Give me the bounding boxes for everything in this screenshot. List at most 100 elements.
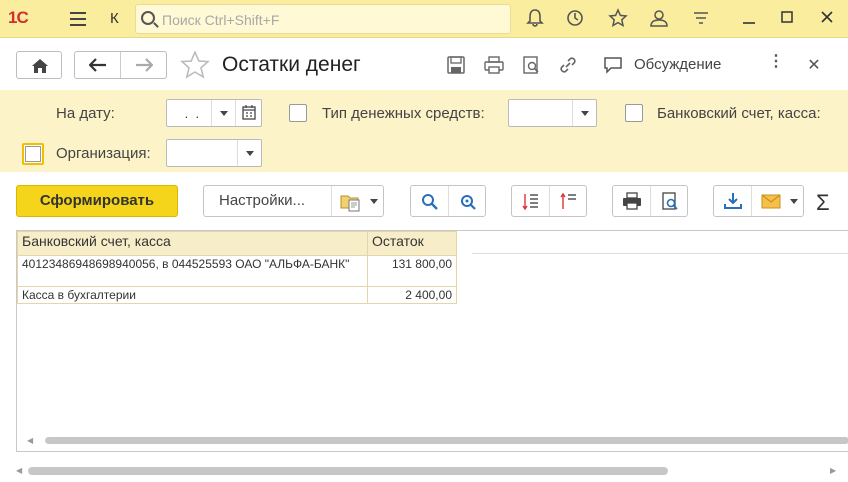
back-button[interactable] xyxy=(75,52,121,78)
function-menu-button[interactable]: К xyxy=(110,10,119,27)
group-buttons xyxy=(511,185,587,217)
date-field[interactable]: . . xyxy=(166,99,262,127)
filter-menu-icon[interactable] xyxy=(690,8,712,30)
report-spreadsheet[interactable]: Банковский счет, касса Остаток 401234869… xyxy=(16,230,848,452)
bank-account-checkbox[interactable] xyxy=(625,104,643,122)
favorite-star-icon[interactable] xyxy=(180,49,210,82)
app-titlebar: 1С К Поиск Ctrl+Shift+F xyxy=(0,0,848,38)
scroll-right-icon[interactable]: ▶ xyxy=(830,466,836,475)
organization-dropdown-button[interactable] xyxy=(237,140,261,166)
bell-icon[interactable] xyxy=(524,8,546,30)
table-header-row: Банковский счет, касса Остаток xyxy=(17,231,457,256)
chevron-down-icon xyxy=(790,199,798,204)
grid-line xyxy=(472,253,848,254)
send-email-button[interactable] xyxy=(752,186,804,216)
organization-checkbox[interactable] xyxy=(22,143,44,165)
print-preview-button[interactable] xyxy=(651,186,689,216)
navigation-buttons xyxy=(74,51,167,79)
report-horizontal-scrollbar[interactable]: ◀ xyxy=(17,435,848,445)
organization-label: Организация: xyxy=(56,145,151,162)
report-toolbar: Сформировать Настройки... Σ xyxy=(0,172,848,230)
close-window-icon[interactable] xyxy=(816,8,838,30)
expand-groups-icon xyxy=(522,194,538,211)
cash-type-label: Тип денежных средств: xyxy=(322,105,485,122)
settings-button[interactable]: Настройки... xyxy=(204,186,332,216)
date-label: На дату: xyxy=(56,105,115,122)
expand-groups-button[interactable] xyxy=(512,186,550,216)
cell-account[interactable]: 40123486948698940056, в 044525593 ОАО "А… xyxy=(17,255,368,287)
column-header-account: Банковский счет, касса xyxy=(17,231,368,256)
more-actions-icon[interactable]: ⋮ xyxy=(766,54,786,75)
settings-group: Настройки... xyxy=(203,185,384,217)
discussion-button[interactable]: Обсуждение xyxy=(634,56,721,73)
search-icon xyxy=(141,11,155,25)
cell-balance[interactable]: 131 800,00 xyxy=(367,255,457,287)
search-placeholder: Поиск Ctrl+Shift+F xyxy=(162,12,280,28)
users-icon[interactable] xyxy=(648,8,670,30)
search-input[interactable]: Поиск Ctrl+Shift+F xyxy=(135,4,511,34)
page-title: Остатки денег xyxy=(222,53,361,76)
scroll-left-icon[interactable]: ◀ xyxy=(27,436,33,445)
home-button[interactable] xyxy=(16,51,62,79)
menu-icon[interactable] xyxy=(70,12,86,26)
organization-field[interactable] xyxy=(166,139,262,167)
bank-account-label: Банковский счет, касса: xyxy=(657,105,821,122)
link-icon[interactable] xyxy=(558,55,578,75)
collapse-groups-button[interactable] xyxy=(550,186,588,216)
collapse-groups-icon xyxy=(560,192,576,209)
scroll-left-icon[interactable]: ◀ xyxy=(16,466,22,475)
cash-type-field[interactable] xyxy=(508,99,597,127)
variants-button[interactable] xyxy=(332,186,384,216)
column-header-balance: Остаток xyxy=(367,231,457,256)
logo-text: 1С xyxy=(8,8,29,27)
preview-icon[interactable] xyxy=(521,55,541,75)
table-row[interactable]: 40123486948698940056, в 044525593 ОАО "А… xyxy=(17,255,457,287)
download-icon xyxy=(724,193,742,209)
date-field-value: . . xyxy=(181,106,203,121)
cash-type-checkbox[interactable] xyxy=(289,104,307,122)
print-button[interactable] xyxy=(613,186,651,216)
search-group xyxy=(410,185,486,217)
maximize-icon[interactable] xyxy=(776,8,798,30)
app-logo[interactable]: 1С xyxy=(8,8,29,28)
envelope-icon xyxy=(761,194,781,209)
cell-balance[interactable]: 2 400,00 xyxy=(367,286,457,304)
date-dropdown-button[interactable] xyxy=(211,100,235,126)
calendar-button[interactable] xyxy=(235,100,261,126)
arrow-right-icon xyxy=(136,58,153,72)
print-group xyxy=(612,185,688,217)
printer-icon xyxy=(623,192,641,210)
calendar-icon xyxy=(242,105,256,120)
cell-account[interactable]: Касса в бухгалтерии xyxy=(17,286,368,304)
discussion-icon[interactable] xyxy=(603,55,623,75)
settings-label: Настройки... xyxy=(219,192,306,209)
scrollbar-thumb[interactable] xyxy=(28,467,668,475)
home-icon xyxy=(32,59,48,73)
star-icon[interactable] xyxy=(607,8,629,30)
minimize-icon[interactable] xyxy=(738,8,760,30)
find-button[interactable] xyxy=(411,186,449,216)
print-preview-icon xyxy=(662,192,678,210)
table-row[interactable]: Касса в бухгалтерии 2 400,00 xyxy=(17,286,457,304)
print-icon[interactable] xyxy=(483,55,504,75)
sum-icon[interactable]: Σ xyxy=(816,190,830,216)
find-next-button[interactable] xyxy=(449,186,487,216)
close-form-icon[interactable]: ✕ xyxy=(804,55,824,75)
report-table: Банковский счет, касса Остаток 401234869… xyxy=(17,231,457,304)
find-next-icon xyxy=(461,195,476,210)
scrollbar-thumb[interactable] xyxy=(45,437,848,444)
form-header: Остатки денег Обсуждение ⋮ ✕ xyxy=(0,38,848,90)
form-horizontal-scrollbar[interactable]: ◀ ▶ xyxy=(16,464,836,476)
save-icon[interactable] xyxy=(446,55,466,75)
chevron-down-icon xyxy=(370,199,378,204)
cash-type-dropdown-button[interactable] xyxy=(572,100,596,126)
forward-button[interactable] xyxy=(121,52,167,78)
history-icon[interactable] xyxy=(564,8,586,30)
find-icon xyxy=(422,194,438,210)
export-group xyxy=(713,185,804,217)
report-variants-icon xyxy=(340,195,360,212)
generate-button[interactable]: Сформировать xyxy=(16,185,178,217)
filter-panel: На дату: . . Тип денежных средств: Банко… xyxy=(0,90,848,172)
arrow-left-icon xyxy=(89,58,106,72)
save-to-file-button[interactable] xyxy=(714,186,752,216)
